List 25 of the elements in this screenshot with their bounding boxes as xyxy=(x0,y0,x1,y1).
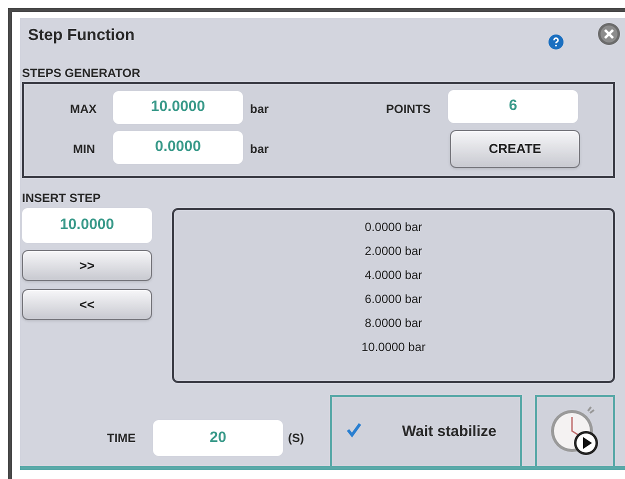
section-label: INSERT STEP xyxy=(22,190,101,207)
step-item[interactable]: 0.0000 bar xyxy=(364,215,422,239)
step-item[interactable]: 6.0000 bar xyxy=(364,287,422,311)
remove-step-button[interactable]: << xyxy=(22,289,152,320)
step-item[interactable]: 10.0000 bar xyxy=(361,335,426,359)
unit-label: bar xyxy=(250,101,269,118)
unit-label: bar xyxy=(250,141,269,158)
step-item[interactable]: 8.0000 bar xyxy=(364,311,422,335)
unit-label: (S) xyxy=(288,430,304,447)
field-label: TIME xyxy=(107,430,136,447)
step-item[interactable]: 2.0000 bar xyxy=(364,239,422,263)
field-label: MIN xyxy=(73,141,95,158)
timer-start-button[interactable] xyxy=(535,395,615,468)
step-item[interactable]: 4.0000 bar xyxy=(364,263,422,287)
help-icon xyxy=(548,34,564,50)
close-icon xyxy=(597,22,621,46)
close-button[interactable] xyxy=(597,22,621,46)
add-step-button[interactable]: >> xyxy=(22,250,152,281)
field-label: MAX xyxy=(70,101,97,118)
create-button[interactable]: CREATE xyxy=(450,130,580,168)
checkmark-icon[interactable] xyxy=(346,422,362,438)
checkbox-label: Wait stabilize xyxy=(402,422,496,442)
dialog-title: Step Function xyxy=(28,26,135,46)
field-label: POINTS xyxy=(386,101,431,118)
section-label: STEPS GENERATOR xyxy=(22,65,140,82)
